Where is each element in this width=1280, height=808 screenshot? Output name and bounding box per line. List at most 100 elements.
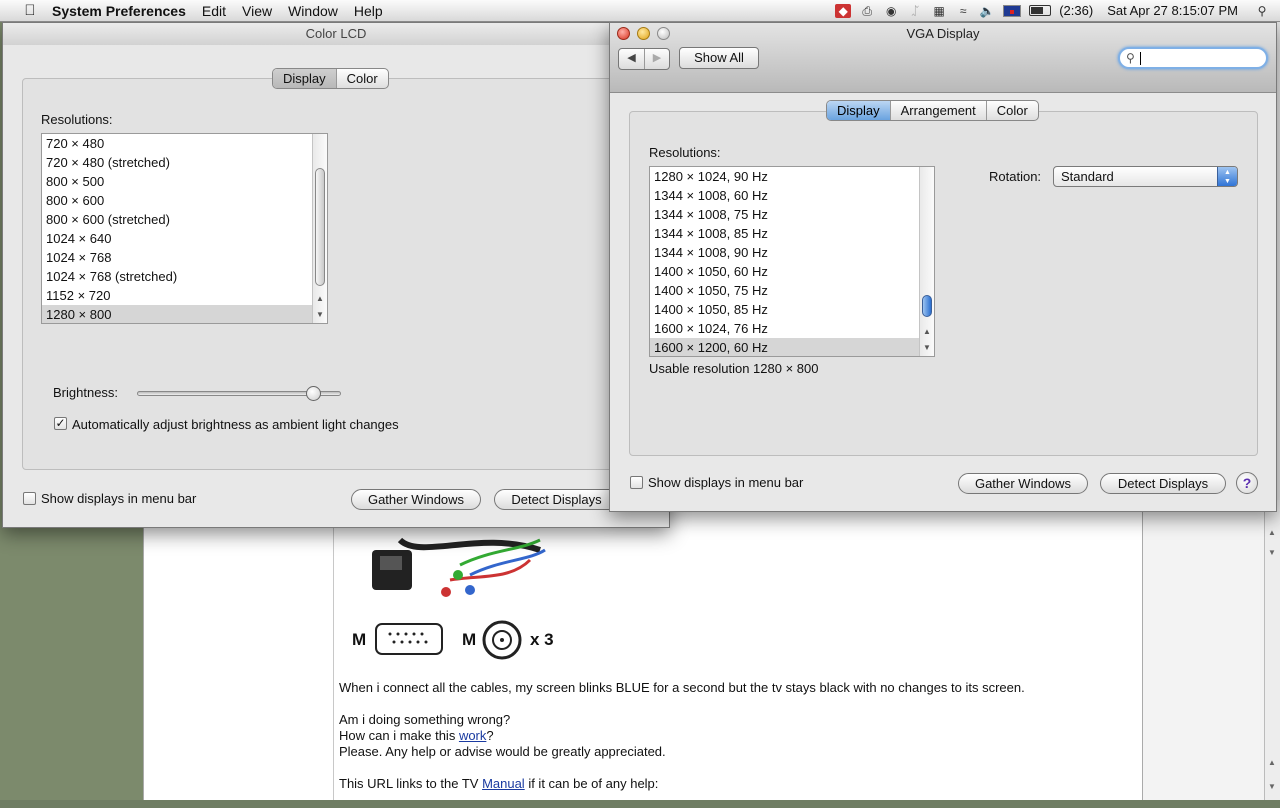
show-displays-label: Show displays in menu bar [41,491,197,506]
vga-title: VGA Display [906,26,980,41]
close-button-icon[interactable] [617,27,630,40]
tab-color[interactable]: Color [985,101,1038,120]
cable-image: M M x 3 [340,520,570,662]
brightness-label: Brightness: [53,385,119,400]
color-lcd-resolution-list[interactable]: 720 × 480 720 × 480 (stretched) 800 × 50… [41,133,328,324]
resolution-row[interactable]: 800 × 600 [42,191,327,210]
connector-label-m1: M [352,630,367,649]
nav-buttons: ◀ ▶ [618,48,670,70]
scroll-thumb[interactable] [922,295,932,317]
resolution-row[interactable]: 800 × 500 [42,172,327,191]
color-lcd-tabs: Display Color [272,68,389,89]
resolution-row[interactable]: 1152 × 720 [42,286,327,305]
rotation-popup[interactable]: Standard ▲ ▼ [1053,166,1238,187]
forward-arrow-icon[interactable]: ▶ [644,49,669,69]
detect-displays-button[interactable]: Detect Displays [494,489,619,510]
scroll-down-arrow-icon[interactable]: ▼ [313,308,327,322]
menu-edit[interactable]: Edit [194,3,234,19]
resolution-row[interactable]: 720 × 480 [42,134,327,153]
post-line-url: This URL links to the TV [339,776,483,791]
color-lcd-list-scrollbar[interactable]: ▲ ▼ [312,134,327,323]
popup-arrows-icon: ▲ ▼ [1217,167,1237,186]
show-displays-checkbox[interactable] [630,476,643,489]
resolution-row[interactable]: 1344 × 1008, 85 Hz [650,224,934,243]
menu-help[interactable]: Help [346,3,391,19]
volume-icon[interactable]: 🔈 [979,4,995,18]
post-line-mark: ? [486,728,494,743]
usable-resolution-text: Usable resolution 1280 × 800 [649,361,819,376]
color-lcd-window: Color LCD Display Color Resolutions: 720… [2,22,670,528]
scroll-up-arrow-icon[interactable]: ▲ [920,325,934,339]
zoom-button-icon[interactable] [657,27,670,40]
forum-sidebar [1143,500,1265,800]
wifi-icon[interactable]: ≈ [955,4,971,18]
battery-time[interactable]: (2:36) [1059,3,1093,18]
back-arrow-icon[interactable]: ◀ [619,49,644,69]
apple-menu-icon[interactable]:  [20,2,40,19]
menu-window[interactable]: Window [280,3,346,19]
resolution-row[interactable]: 1024 × 768 (stretched) [42,267,327,286]
page-scrollbar[interactable]: ▲ ▼ ▲ ▼ [1264,500,1280,800]
tab-display[interactable]: Display [273,69,336,88]
post-text: When i connect all the cables, my screen… [339,680,1119,808]
input-source-flag-icon[interactable] [1003,4,1022,17]
connector-label-x3: x 3 [530,630,554,649]
show-displays-checkbox[interactable] [23,492,36,505]
work-link[interactable]: work [459,728,486,743]
minimize-button-icon[interactable] [637,27,650,40]
post-line-please: Please. Any help or advise would be grea… [339,744,666,759]
menu-clock[interactable]: Sat Apr 27 8:15:07 PM [1107,3,1238,18]
auto-brightness-checkbox[interactable]: ✓ [54,417,67,430]
resolution-row[interactable]: 1400 × 1050, 75 Hz [650,281,934,300]
brightness-slider-knob[interactable] [306,386,321,401]
time-machine-icon[interactable]: ◉ [883,4,899,18]
status-area: ◆ ⎙ ◉ ᛢ ▦ ≈ 🔈 (2:36) Sat Apr 27 8:15:07 … [835,3,1280,18]
detect-displays-button[interactable]: Detect Displays [1100,473,1226,494]
resolution-row[interactable]: 1344 × 1008, 60 Hz [650,186,934,205]
resolution-row[interactable]: 1344 × 1008, 90 Hz [650,243,934,262]
search-field[interactable]: ⚲ [1118,47,1268,69]
bluetooth-icon[interactable]: ᛢ [907,4,923,18]
resolution-row[interactable]: 1344 × 1008, 75 Hz [650,205,934,224]
show-displays-label: Show displays in menu bar [648,475,804,490]
resolution-row[interactable]: 800 × 600 (stretched) [42,210,327,229]
resolution-row[interactable]: 1400 × 1050, 85 Hz [650,300,934,319]
scroll-up-arrow-icon[interactable]: ▲ [313,292,327,306]
tab-color[interactable]: Color [335,69,388,88]
scroll-down-arrow-icon[interactable]: ▼ [920,341,934,355]
menu-app-name[interactable]: System Preferences [40,3,194,19]
resolution-row[interactable]: 1400 × 1050, 60 Hz [650,262,934,281]
search-icon: ⚲ [1126,51,1135,65]
manual-link[interactable]: Manual [482,776,525,791]
resolution-row[interactable]: 1024 × 768 [42,248,327,267]
spotlight-search-icon[interactable]: ⚲ [1254,4,1270,18]
help-button[interactable]: ? [1236,472,1258,494]
vga-resolution-list[interactable]: 1280 × 1024, 90 Hz 1344 × 1008, 60 Hz 13… [649,166,935,357]
menu-view[interactable]: View [234,3,280,19]
post-line-how: How can i make this [339,728,459,743]
resolution-row-selected[interactable]: 1280 × 800 [42,305,327,323]
gather-windows-button[interactable]: Gather Windows [351,489,481,510]
auto-brightness-label: Automatically adjust brightness as ambie… [72,417,399,432]
tab-arrangement[interactable]: Arrangement [889,101,986,120]
post-paragraph-2: Am i doing something wrong? How can i ma… [339,712,1119,760]
spaces-icon[interactable]: ▦ [931,4,947,18]
show-all-button[interactable]: Show All [679,47,759,69]
color-lcd-titlebar[interactable]: Color LCD [3,23,669,45]
app-status-icon[interactable]: ◆ [835,3,852,18]
text-caret [1140,52,1141,65]
resolutions-label: Resolutions: [41,112,113,127]
rotation-label: Rotation: [989,169,1042,184]
tab-display[interactable]: Display [827,101,890,120]
connector-label-m2: M [462,630,477,649]
resolution-row[interactable]: 1280 × 1024, 90 Hz [650,167,934,186]
gather-windows-button[interactable]: Gather Windows [958,473,1088,494]
scroll-thumb[interactable] [315,168,325,286]
resolution-row[interactable]: 720 × 480 (stretched) [42,153,327,172]
resolution-row[interactable]: 1600 × 1024, 76 Hz [650,319,934,338]
battery-icon[interactable] [1029,5,1052,16]
printer-icon[interactable]: ⎙ [859,4,875,18]
resolution-row[interactable]: 1024 × 640 [42,229,327,248]
resolution-row-selected[interactable]: 1600 × 1200, 60 Hz [650,338,934,356]
vga-list-scrollbar[interactable]: ▲ ▼ [919,167,934,356]
